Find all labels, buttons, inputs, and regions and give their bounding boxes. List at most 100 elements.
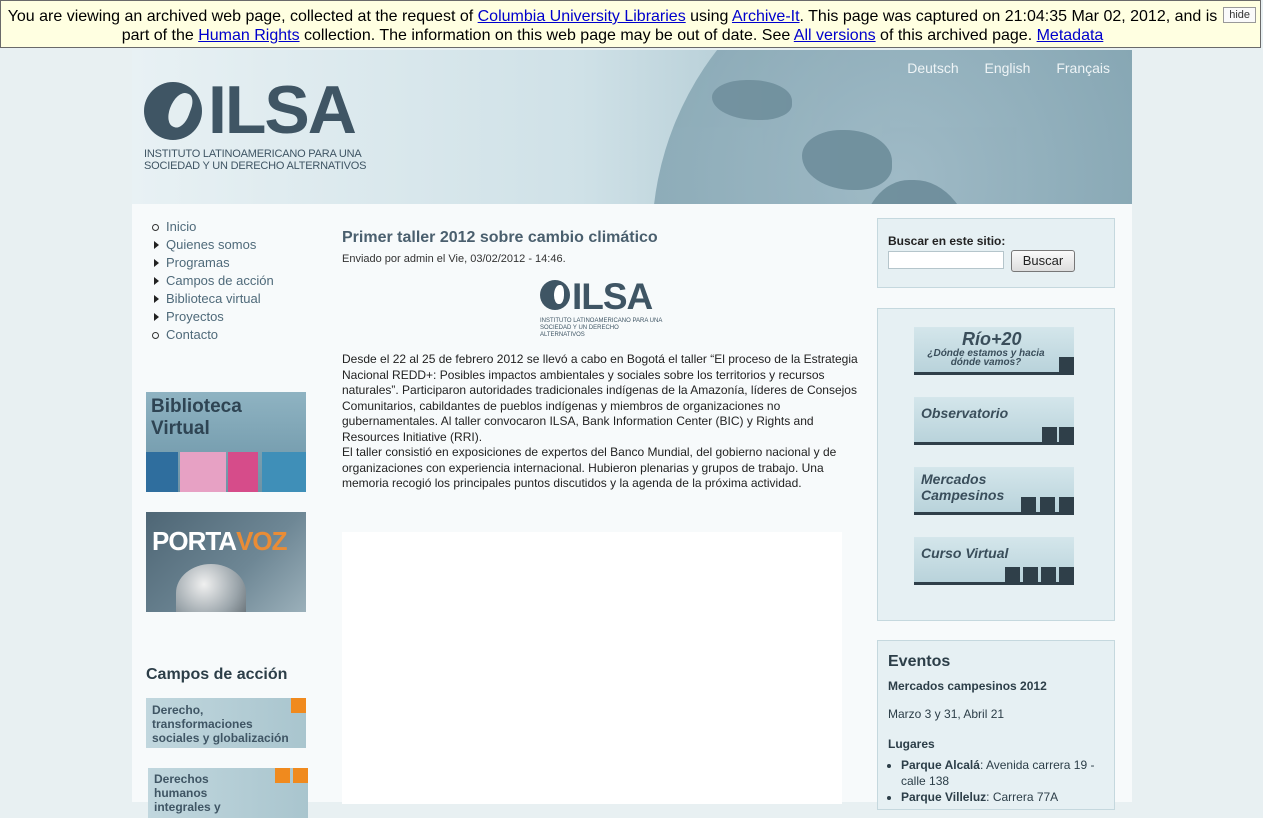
campo-label: Derecho, transformaciones sociales y glo… (152, 703, 289, 745)
dark-square-icon (1023, 567, 1038, 582)
eventos-block: Eventos Mercados campesinos 2012 Marzo 3… (877, 640, 1115, 810)
portavoz-title-a: PORTA (152, 526, 237, 556)
microphone-icon (176, 564, 246, 612)
portavoz-banner[interactable]: PORTAVOZ (146, 512, 306, 612)
book-cover-image (262, 452, 306, 492)
mercados-label: Mercados Campesinos (921, 471, 1005, 503)
featured-links-block: Río+20 ¿Dónde estamos y hacia dónde vamo… (877, 308, 1115, 621)
nav-item-proyectos[interactable]: Proyectos (150, 308, 274, 326)
portavoz-title-b: VOZ (236, 526, 287, 556)
observatorio-label: Observatorio (921, 405, 1009, 421)
rio20-sublabel: ¿Dónde estamos y hacia dónde vamos? (927, 348, 1045, 368)
human-rights-link[interactable]: Human Rights (198, 27, 299, 44)
book-cover-image (146, 452, 178, 492)
nav-item-biblioteca-virtual[interactable]: Biblioteca virtual (150, 290, 274, 308)
hide-button[interactable]: hide (1223, 7, 1256, 23)
campo-derecho-transformaciones[interactable]: Derecho, transformaciones sociales y glo… (146, 698, 306, 748)
lang-deutsch[interactable]: Deutsch (907, 60, 958, 76)
campo-label: Derechos humanos integrales y (154, 772, 221, 814)
nav-label: Inicio (166, 219, 197, 234)
rio20-label: Río+20 (962, 329, 1022, 349)
post-logo-subtitle: INSTITUTO LATINOAMERICANO PARA UNA SOCIE… (540, 318, 663, 338)
rio20-link[interactable]: Río+20 ¿Dónde estamos y hacia dónde vamo… (914, 327, 1074, 375)
site-header: ILSA INSTITUTO LATINOAMERICANO PARA UNA … (132, 50, 1132, 204)
nav-label: Programas (166, 255, 230, 270)
mercados-campesinos-link[interactable]: Mercados Campesinos (914, 467, 1074, 515)
nav-item-contacto[interactable]: Contacto (150, 326, 274, 344)
dark-square-icon (1042, 427, 1057, 442)
nav-label: Biblioteca virtual (166, 291, 261, 306)
dark-square-icon (1021, 497, 1036, 512)
dark-square-icon (1040, 497, 1055, 512)
nav-label: Campos de acción (166, 273, 274, 288)
biblioteca-banner-title: Biblioteca Virtual (151, 396, 242, 439)
ilsa-logo-icon (540, 280, 570, 310)
circle-bullet-icon (152, 332, 159, 339)
book-cover-image (180, 452, 226, 492)
orange-square-icon (293, 768, 308, 783)
all-versions-link[interactable]: All versions (794, 27, 876, 44)
archive-it-link[interactable]: Archive-It (732, 8, 800, 25)
nav-label: Proyectos (166, 309, 224, 324)
biblioteca-virtual-banner[interactable]: Biblioteca Virtual (146, 392, 306, 492)
archive-text: collection. The information on this web … (299, 27, 794, 44)
columbia-link[interactable]: Columbia University Libraries (478, 8, 686, 25)
dark-square-icon (1059, 497, 1074, 512)
nav-label: Quienes somos (166, 237, 257, 252)
embedded-media-area[interactable] (342, 532, 842, 804)
post-meta: Enviado por admin el Vie, 03/02/2012 - 1… (342, 253, 566, 265)
post-body: Desde el 22 al 25 de febrero 2012 se lle… (342, 352, 862, 492)
post-logo-text: ILSA (572, 276, 653, 317)
metadata-link[interactable]: Metadata (1037, 27, 1104, 44)
triangle-right-icon (154, 313, 159, 321)
triangle-right-icon (154, 241, 159, 249)
page-container: ILSA INSTITUTO LATINOAMERICANO PARA UNA … (132, 50, 1132, 818)
logo-subtitle: INSTITUTO LATINOAMERICANO PARA UNA SOCIE… (144, 148, 367, 172)
post-paragraph: El taller consistió en exposiciones de e… (342, 445, 837, 490)
language-switcher: Deutsch English Français (885, 60, 1110, 76)
archive-banner: You are viewing an archived web page, co… (0, 0, 1261, 48)
dark-square-icon (1005, 567, 1020, 582)
archive-text: using (685, 8, 732, 25)
lang-francais[interactable]: Français (1056, 60, 1110, 76)
site-logo[interactable]: ILSA (208, 75, 357, 145)
main-content: Primer taller 2012 sobre cambio climátic… (342, 228, 862, 490)
search-button[interactable]: Buscar (1011, 250, 1075, 272)
ilsa-logo-icon[interactable] (144, 82, 202, 140)
portavoz-title: PORTAVOZ (152, 526, 288, 557)
post-title[interactable]: Primer taller 2012 sobre cambio climátic… (342, 228, 862, 248)
observatorio-link[interactable]: Observatorio (914, 397, 1074, 445)
book-cover-image (228, 452, 258, 492)
triangle-right-icon (154, 259, 159, 267)
post-paragraph: Desde el 22 al 25 de febrero 2012 se lle… (342, 352, 858, 444)
eventos-heading: Eventos (888, 653, 951, 670)
list-item: Parque Villeluz: Carrera 77A (901, 789, 1113, 805)
curso-virtual-link[interactable]: Curso Virtual (914, 537, 1074, 585)
post-ilsa-logo: ILSA INSTITUTO LATINOAMERICANO PARA UNA … (538, 276, 663, 338)
nav-item-inicio[interactable]: Inicio (150, 218, 274, 236)
orange-square-icon (291, 698, 306, 713)
curso-label: Curso Virtual (921, 545, 1009, 561)
dark-square-icon (1041, 567, 1056, 582)
dark-square-icon (1059, 427, 1074, 442)
circle-bullet-icon (152, 224, 159, 231)
main-navigation: Inicio Quienes somos Programas Campos de… (150, 218, 274, 344)
search-block: Buscar en este sitio: Buscar (877, 218, 1115, 288)
dark-square-icon (1059, 567, 1074, 582)
nav-item-campos-de-accion[interactable]: Campos de acción (150, 272, 274, 290)
lugares-list: Parque Alcalá: Avenida carrera 19 - call… (888, 757, 1113, 805)
campo-derechos-humanos[interactable]: Derechos humanos integrales y (148, 768, 308, 818)
nav-label: Contacto (166, 327, 219, 342)
lang-english[interactable]: English (985, 60, 1031, 76)
triangle-right-icon (154, 277, 159, 285)
continent-shape (712, 80, 792, 120)
continent-shape (802, 130, 892, 190)
event-title[interactable]: Mercados campesinos 2012 (888, 679, 1047, 693)
archive-text: of this archived page. (875, 27, 1037, 44)
nav-item-programas[interactable]: Programas (150, 254, 274, 272)
archive-text: You are viewing an archived web page, co… (7, 8, 478, 25)
search-input[interactable] (888, 251, 1004, 269)
campos-heading: Campos de acción (146, 666, 288, 683)
triangle-right-icon (154, 295, 159, 303)
nav-item-quienes-somos[interactable]: Quienes somos (150, 236, 274, 254)
